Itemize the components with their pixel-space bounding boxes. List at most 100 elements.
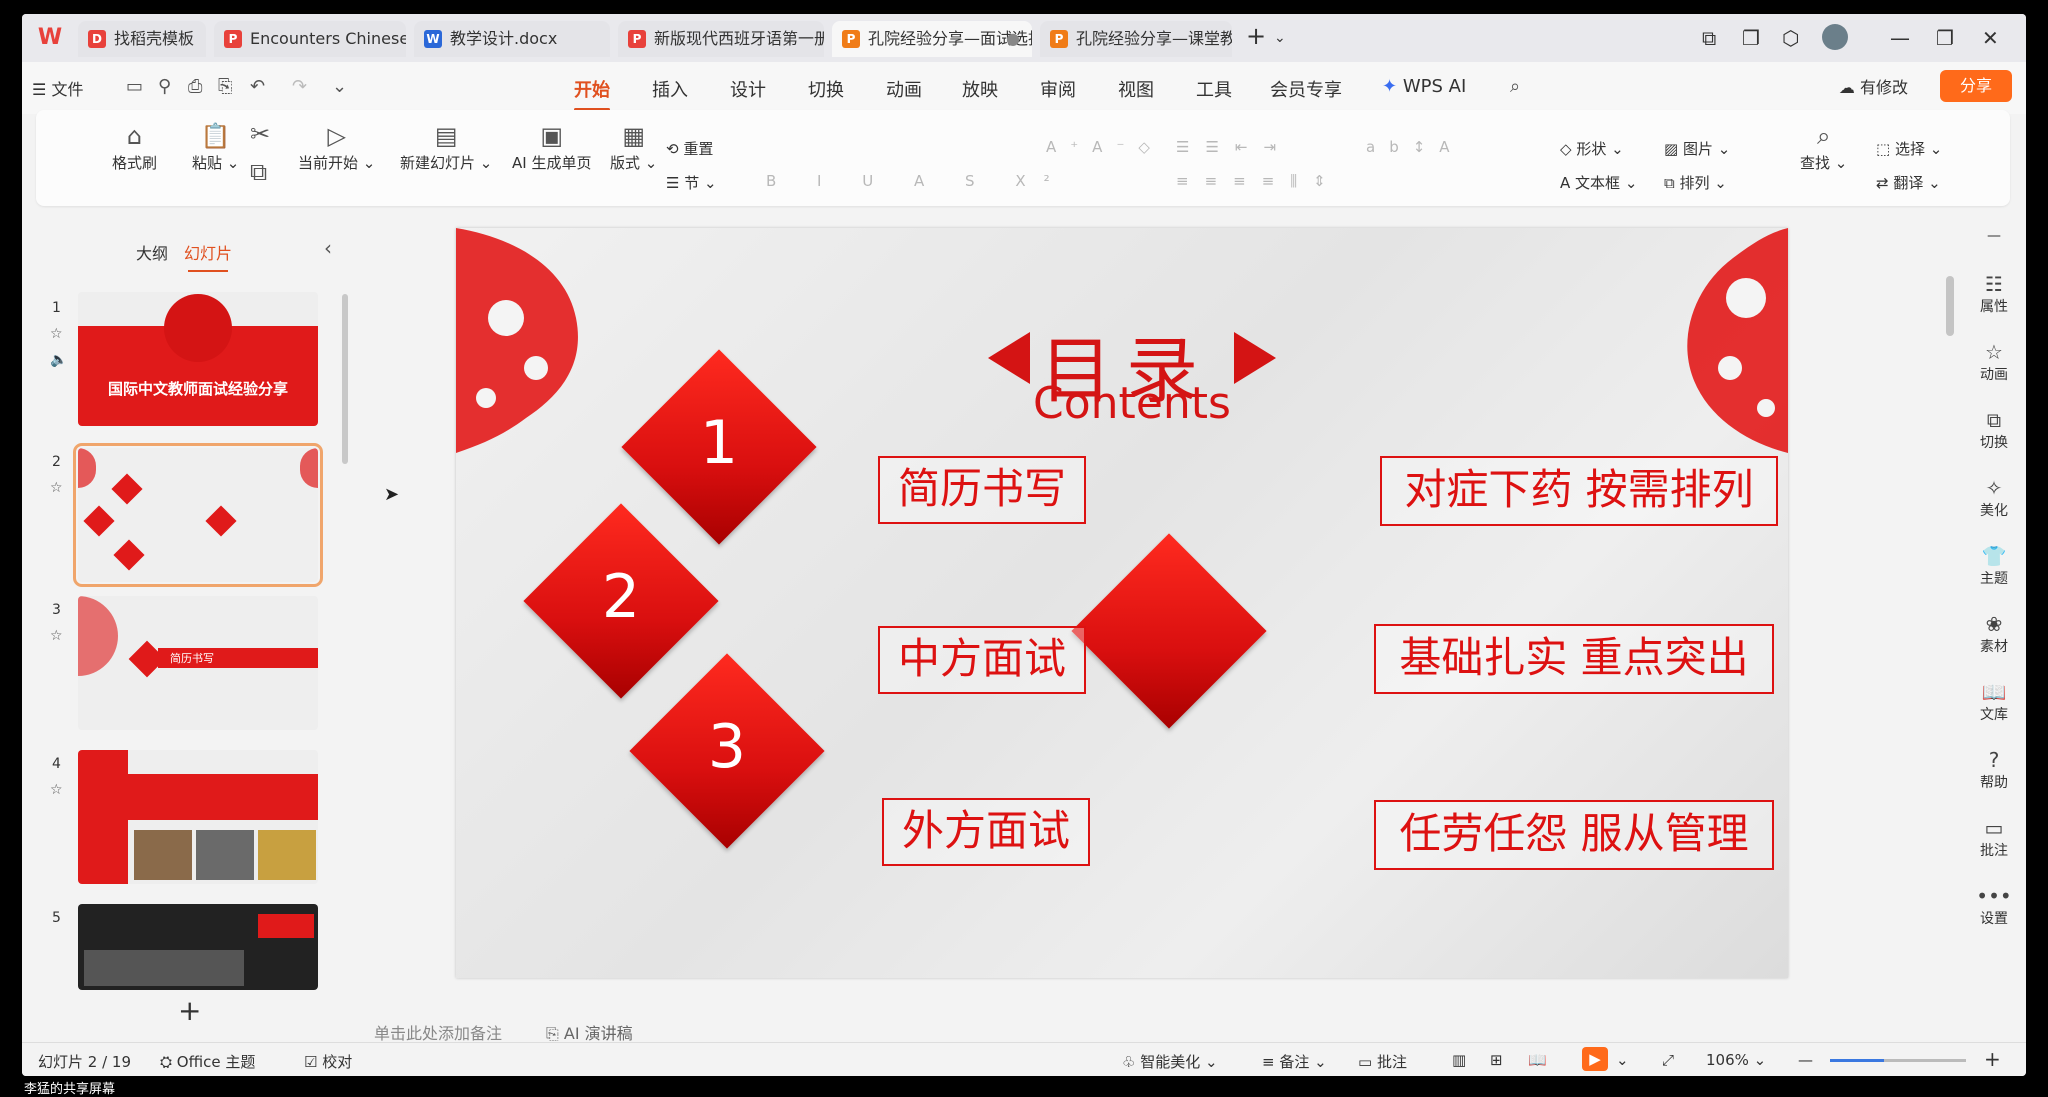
normal-view-icon[interactable]: ▥ <box>1452 1051 1466 1069</box>
tab-classroom-ppt[interactable]: P 孔院经验分享—课堂教学篇- <box>1040 21 1232 57</box>
tab-review[interactable]: 审阅 <box>1040 76 1076 102</box>
shape-button[interactable]: ◇ 形状 ⌄ <box>1560 138 1624 159</box>
file-menu[interactable]: ☰ 文件 <box>32 76 83 100</box>
sidebar-item-beautify[interactable]: ✧ 美化 <box>1962 476 2026 520</box>
sidebar-item-settings[interactable]: ••• 设置 <box>1962 884 2026 928</box>
sidebar-item-help[interactable]: ? 帮助 <box>1962 748 2026 792</box>
find-button[interactable]: ⌕ 查找 ⌄ <box>1800 122 1847 173</box>
sidebar-item-library[interactable]: 📖 文库 <box>1962 680 2026 724</box>
tab-slideshow[interactable]: 放映 <box>962 76 998 102</box>
slide-thumb-4[interactable] <box>78 750 318 884</box>
cut-button[interactable]: ✂ <box>250 120 270 150</box>
slide-thumb-5[interactable] <box>78 904 318 990</box>
tab-list-chevron-icon[interactable]: ⌄ <box>1274 30 1286 46</box>
format-painter-button[interactable]: ⌂ 格式刷 <box>112 122 157 173</box>
panel-scrollbar[interactable] <box>342 294 348 464</box>
print-icon[interactable]: ⎙ <box>188 76 202 97</box>
tab-encounters[interactable]: P Encounters Chinese Langua <box>214 21 406 57</box>
sorter-view-icon[interactable]: ⊞ <box>1490 1051 1503 1069</box>
canvas-scrollbar[interactable] <box>1946 276 1954 336</box>
reading-view-icon[interactable]: 📖 <box>1528 1051 1547 1069</box>
customize-chevron-icon[interactable]: ⌄ <box>332 76 347 97</box>
slide-thumb-2[interactable] <box>73 443 323 587</box>
search-icon[interactable]: ⌕ <box>1510 76 1520 97</box>
tab-animation[interactable]: 动画 <box>886 76 922 102</box>
zoom-slider[interactable] <box>1830 1059 1966 1062</box>
star-icon[interactable]: ☆ <box>50 326 63 342</box>
tab-insert[interactable]: 插入 <box>652 76 688 102</box>
translate-button[interactable]: ⇄ 翻译 ⌄ <box>1876 172 1941 193</box>
share-link-icon[interactable]: ⚲ <box>158 76 171 97</box>
smart-beautify-button[interactable]: ♧ 智能美化 ⌄ <box>1122 1051 1218 1072</box>
play-slideshow-icon[interactable]: ▶ <box>1582 1047 1608 1071</box>
proof-button[interactable]: ☑ 校对 <box>304 1051 352 1072</box>
slides-tab[interactable]: 幻灯片 <box>184 240 232 272</box>
sidebar-item-material[interactable]: ❀ 素材 <box>1962 612 2026 656</box>
tab-interview-ppt[interactable]: P 孔院经验分享—面试选拔 ● <box>832 21 1032 57</box>
avatar[interactable] <box>1822 24 1848 50</box>
notes-placeholder[interactable]: 单击此处添加备注 <box>374 1020 502 1044</box>
sidebar-item-comments[interactable]: ▭ 批注 <box>1962 816 2026 860</box>
sidebar-item-theme[interactable]: 👕 主题 <box>1962 544 2026 588</box>
picture-button[interactable]: ▨ 图片 ⌄ <box>1664 138 1730 159</box>
star-icon[interactable]: ☆ <box>50 628 63 644</box>
sidebar-item-transition[interactable]: ⧉ 切换 <box>1962 408 2026 452</box>
close-icon[interactable]: ✕ <box>1982 26 1999 50</box>
tab-tools[interactable]: 工具 <box>1196 76 1232 102</box>
tab-jiaoxue[interactable]: W 教学设计.docx <box>414 21 610 57</box>
cube-icon[interactable]: ⬡ <box>1782 26 1799 50</box>
outline-tab[interactable]: 大纲 <box>136 240 168 264</box>
restore-icon[interactable]: ❐ <box>1936 26 1954 50</box>
collapse-panel-icon[interactable]: ‹ <box>324 236 332 260</box>
current-slide[interactable]: 目录 Contents 1 2 3 简历书写 中方面试 外方面试 对症下药 按需… <box>456 228 1788 978</box>
reset-button[interactable]: ⟲ 重置 <box>666 138 713 159</box>
share-button[interactable]: 分享 <box>1940 70 2012 102</box>
new-tab-plus-icon[interactable]: + <box>1246 22 1266 50</box>
print-preview-icon[interactable]: ⎘ <box>218 76 232 97</box>
tab-design[interactable]: 设计 <box>730 76 766 102</box>
textbox-button[interactable]: A 文本框 ⌄ <box>1560 172 1637 193</box>
tab-view[interactable]: 视图 <box>1118 76 1154 102</box>
arrange-button[interactable]: ⧉ 排列 ⌄ <box>1664 172 1727 193</box>
add-slide-icon[interactable]: + <box>178 994 201 1027</box>
slide-thumb-3[interactable]: 简历书写 <box>78 596 318 730</box>
sidebar-item-properties[interactable]: ☷ 属性 <box>1962 272 2026 316</box>
undo-icon[interactable]: ↶ <box>250 76 265 97</box>
slideshow-chevron-icon[interactable]: ⌄ <box>1616 1051 1629 1069</box>
fit-window-icon[interactable]: ⤢ <box>1662 1051 1674 1069</box>
sidebar-item-animation[interactable]: ☆ 动画 <box>1962 340 2026 384</box>
save-icon[interactable]: ▭ <box>126 76 143 97</box>
font-size-buttons[interactable]: A⁺A⁻◇ <box>1046 138 1164 156</box>
sidebar-collapse-icon[interactable]: — <box>1962 228 2026 244</box>
window-layout-icon[interactable]: ❐ <box>1742 26 1760 50</box>
wps-ai-button[interactable]: ✦ WPS AI <box>1382 76 1466 97</box>
align-buttons[interactable]: ≡≡≡≡⫼⇕ <box>1176 172 1342 190</box>
notes-button[interactable]: ≡ 备注 ⌄ <box>1262 1051 1327 1072</box>
text-direction-buttons[interactable]: ab↕A <box>1366 138 1464 156</box>
tab-member[interactable]: 会员专享 <box>1270 76 1342 102</box>
select-button[interactable]: ⬚ 选择 ⌄ <box>1876 138 1942 159</box>
star-icon[interactable]: ☆ <box>50 782 63 798</box>
comments-button[interactable]: ▭ 批注 <box>1358 1051 1407 1072</box>
font-style-buttons[interactable]: B I U A S X² <box>766 172 1068 190</box>
slide-thumb-1[interactable]: 国际中文教师面试经验分享 <box>78 292 318 426</box>
list-buttons[interactable]: ☰☰⇤⇥ <box>1176 138 1292 156</box>
copy-button[interactable]: ⧉ <box>250 158 267 188</box>
play-from-current-button[interactable]: ▷ 当前开始 ⌄ <box>298 122 375 173</box>
ai-single-page-button[interactable]: ▣ AI 生成单页 <box>512 122 591 173</box>
screen-record-icon[interactable]: ⧉ <box>1702 26 1716 50</box>
layout-button[interactable]: ▦ 版式 ⌄ <box>610 122 657 173</box>
tab-docer[interactable]: D 找稻壳模板 <box>78 21 206 57</box>
theme-button[interactable]: ⛭ Office 主题 <box>160 1051 255 1072</box>
section-button[interactable]: ☰ 节 ⌄ <box>666 172 717 193</box>
wps-logo-icon[interactable]: W <box>36 24 64 52</box>
redo-icon[interactable]: ↷ <box>292 76 307 97</box>
tab-spanish-pdf[interactable]: P 新版现代西班牙语第一册.pdf <box>618 21 824 57</box>
ai-script-button[interactable]: ⎘ AI 演讲稿 <box>546 1020 633 1044</box>
new-slide-button[interactable]: ▤ 新建幻灯片 ⌄ <box>400 122 492 173</box>
tab-home[interactable]: 开始 <box>574 76 610 111</box>
modified-status-button[interactable]: ☁ 有修改 <box>1839 74 1908 98</box>
paste-button[interactable]: 📋 粘贴 ⌄ <box>192 122 239 173</box>
tab-transition[interactable]: 切换 <box>808 76 844 102</box>
star-icon[interactable]: ☆ <box>50 480 63 496</box>
